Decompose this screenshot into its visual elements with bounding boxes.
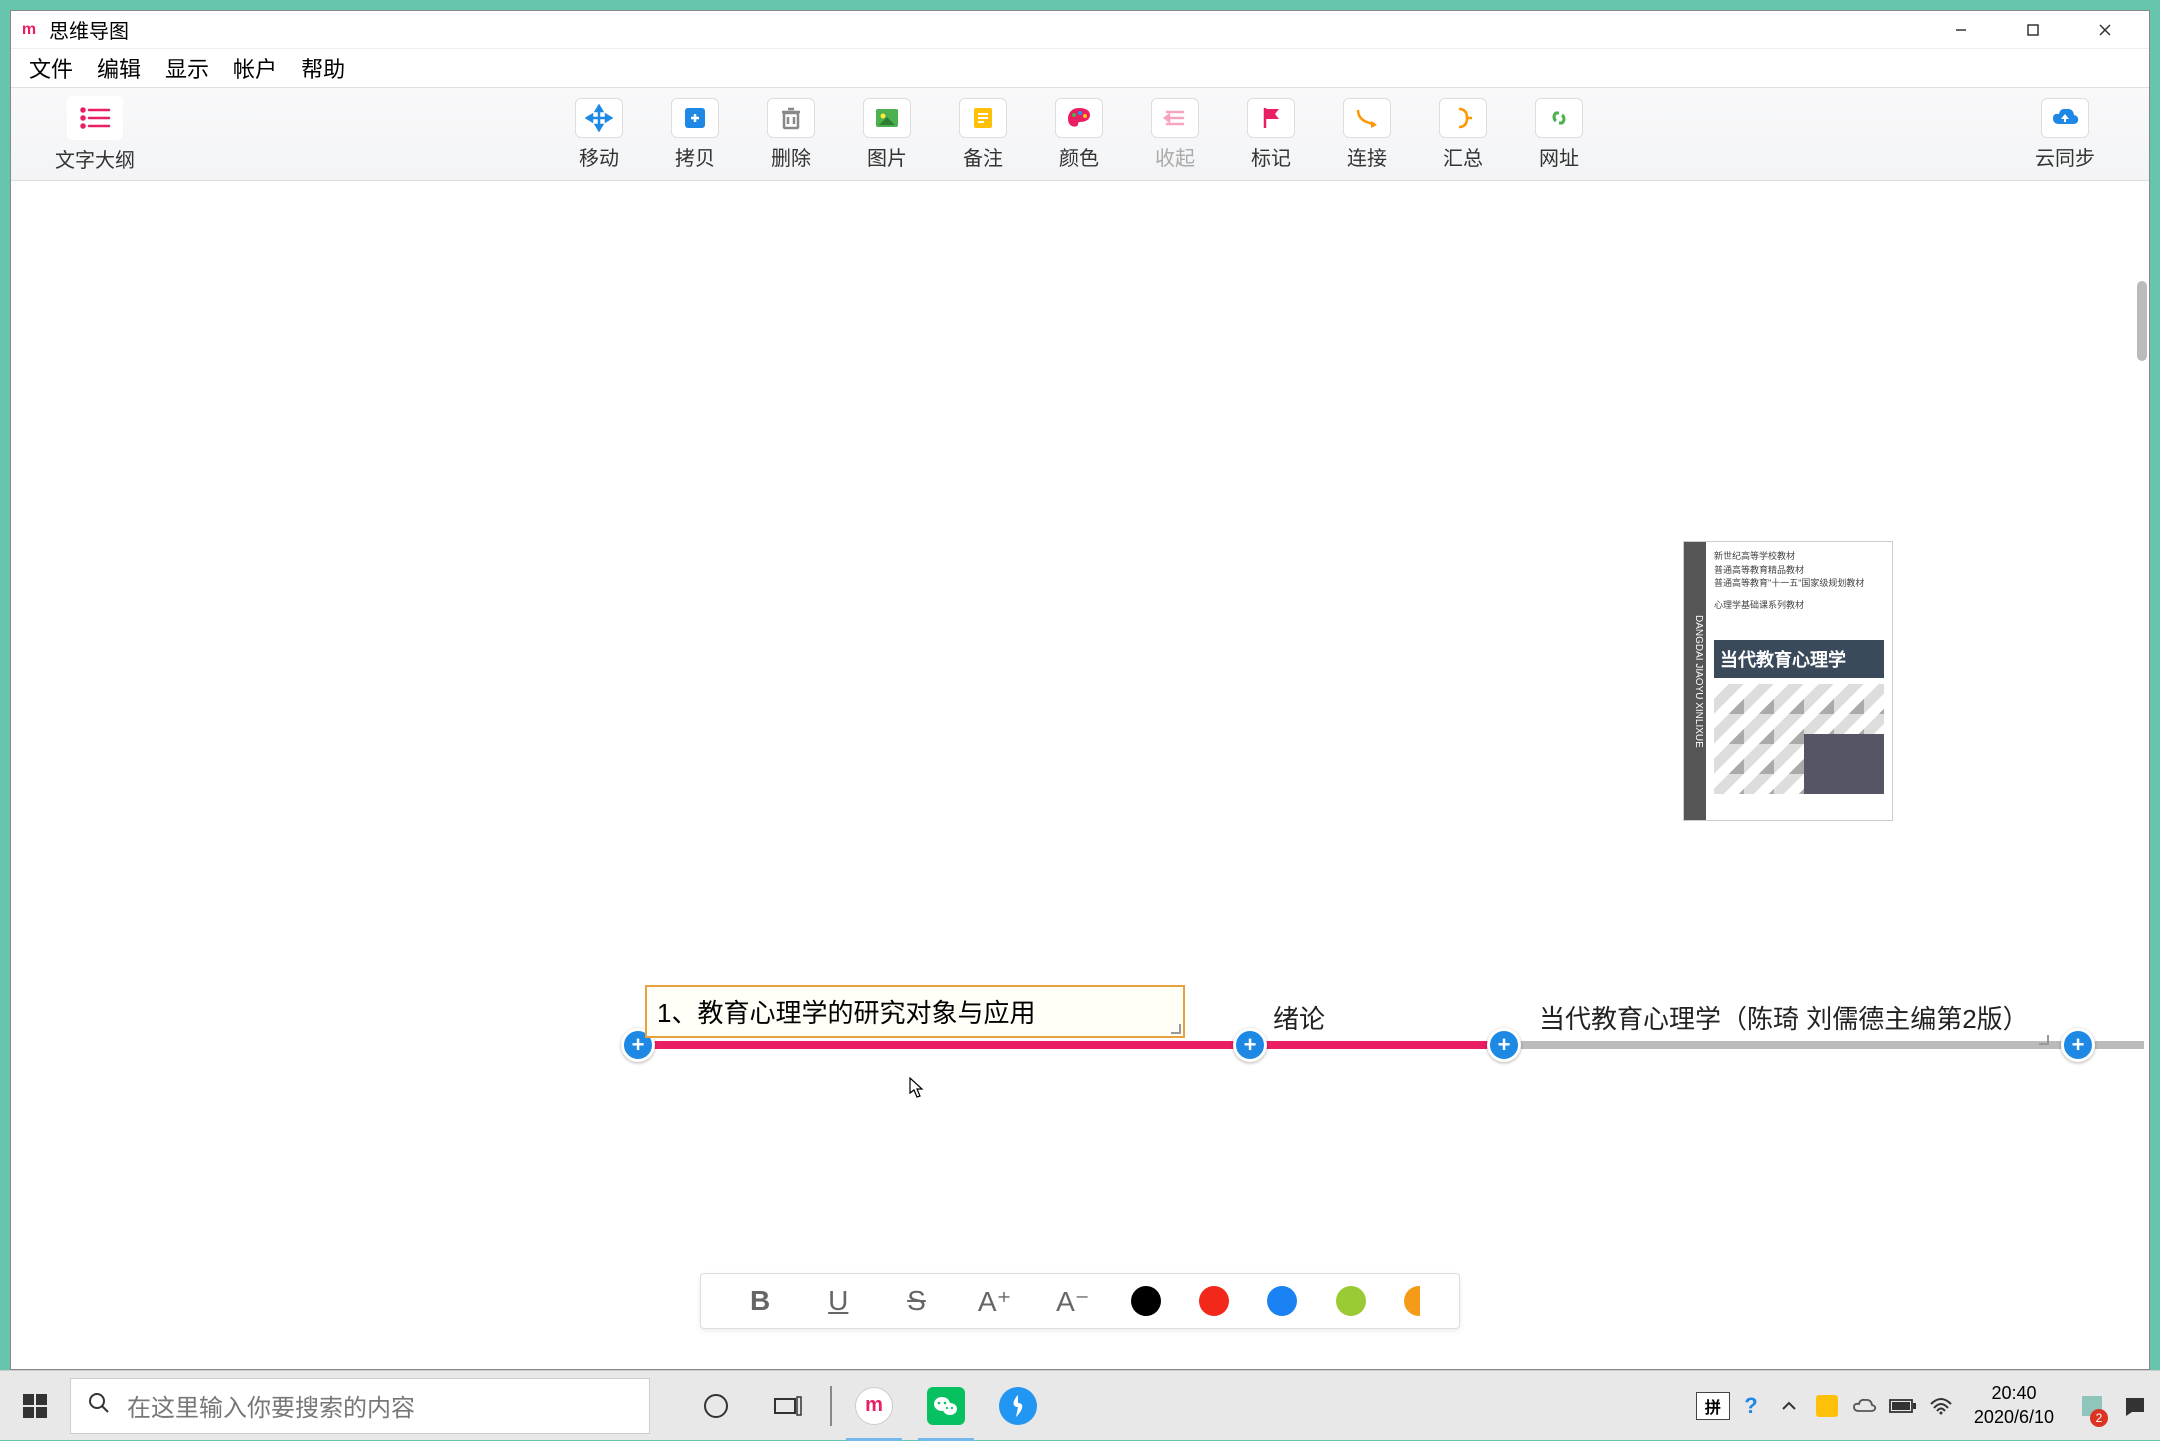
format-strike[interactable]: S xyxy=(896,1281,936,1321)
tray-battery-icon[interactable] xyxy=(1886,1371,1920,1441)
tray-app-badge-icon[interactable]: 2 xyxy=(2070,1371,2114,1441)
tool-flag[interactable]: 标记 xyxy=(1227,94,1315,174)
color-black[interactable] xyxy=(1131,1286,1161,1316)
menu-view[interactable]: 显示 xyxy=(155,48,219,88)
tray-help-icon[interactable]: ? xyxy=(1734,1371,1768,1441)
menu-edit[interactable]: 编辑 xyxy=(87,48,151,88)
format-bold[interactable]: B xyxy=(740,1281,780,1321)
tray-onedrive-icon[interactable] xyxy=(1848,1371,1882,1441)
trash-icon xyxy=(767,98,815,138)
connect-icon xyxy=(1343,98,1391,138)
title-bar: m 思维导图 xyxy=(11,11,2149,49)
branch-line-2 xyxy=(1248,1041,1504,1049)
tray-app-icon[interactable] xyxy=(1810,1371,1844,1441)
taskbar-app-wechat[interactable] xyxy=(910,1371,982,1441)
add-node-button[interactable]: + xyxy=(2061,1028,2095,1062)
menu-account[interactable]: 帐户 xyxy=(223,48,287,88)
color-blue[interactable] xyxy=(1267,1286,1297,1316)
mindmap-canvas[interactable]: DANGDAI JIAOYU XINLIXUE 新世纪高等学校教材 普通高等教育… xyxy=(11,181,2149,1369)
cloud-icon xyxy=(2041,98,2089,138)
tool-delete[interactable]: 删除 xyxy=(747,94,835,174)
book-spine: DANGDAI JIAOYU XINLIXUE xyxy=(1684,542,1706,820)
node-editing-input[interactable]: 1、教育心理学的研究对象与应用 xyxy=(645,985,1185,1038)
tool-cloud-sync[interactable]: 云同步 xyxy=(2021,94,2109,174)
palette-icon xyxy=(1055,98,1103,138)
copy-icon xyxy=(671,98,719,138)
tray-wifi-icon[interactable] xyxy=(1924,1371,1958,1441)
tool-color[interactable]: 颜色 xyxy=(1035,94,1123,174)
tool-copy[interactable]: 拷贝 xyxy=(651,94,739,174)
tool-connect[interactable]: 连接 xyxy=(1323,94,1411,174)
color-green[interactable] xyxy=(1336,1286,1366,1316)
format-underline[interactable]: U xyxy=(818,1281,858,1321)
toolbar: 文字大纲 移动 拷贝 删除 图片 备注 颜色 收起 xyxy=(11,87,2149,181)
tool-note[interactable]: 备注 xyxy=(939,94,1027,174)
flag-icon xyxy=(1247,98,1295,138)
taskbar-search[interactable]: 在这里输入你要搜索的内容 xyxy=(70,1378,650,1434)
separator xyxy=(830,1386,832,1426)
tool-outline[interactable]: 文字大纲 xyxy=(51,94,139,174)
book-cover: 新世纪高等学校教材 普通高等教育精品教材 普通高等教育"十一五"国家级规划教材 … xyxy=(1706,542,1892,802)
resize-handle-icon[interactable] xyxy=(1169,1022,1181,1034)
collapse-icon xyxy=(1151,98,1199,138)
menu-bar: 文件 编辑 显示 帐户 帮助 xyxy=(11,49,2149,87)
tool-move[interactable]: 移动 xyxy=(555,94,643,174)
color-red[interactable] xyxy=(1199,1286,1229,1316)
start-button[interactable] xyxy=(0,1371,70,1441)
node-image-book[interactable]: DANGDAI JIAOYU XINLIXUE 新世纪高等学校教材 普通高等教育… xyxy=(1683,541,1893,821)
tool-collapse[interactable]: 收起 xyxy=(1131,94,1219,174)
windows-taskbar: 在这里输入你要搜索的内容 m 拼 ? 20:40 2020/6/10 2 xyxy=(0,1370,2160,1440)
minimize-button[interactable] xyxy=(1925,11,1997,49)
search-icon xyxy=(87,1391,111,1421)
cortana-icon[interactable] xyxy=(680,1371,752,1441)
node-label-root[interactable]: 当代教育心理学（陈琦 刘儒德主编第2版） xyxy=(1539,999,2029,1036)
outline-icon xyxy=(67,96,123,140)
search-placeholder: 在这里输入你要搜索的内容 xyxy=(127,1388,415,1423)
branch-line-1 xyxy=(638,1041,1248,1049)
color-orange[interactable] xyxy=(1404,1286,1420,1316)
taskbar-app-mindmap[interactable]: m xyxy=(838,1371,910,1441)
summary-icon xyxy=(1439,98,1487,138)
tool-url[interactable]: 网址 xyxy=(1515,94,1603,174)
menu-file[interactable]: 文件 xyxy=(19,48,83,88)
format-font-smaller[interactable]: A⁻ xyxy=(1053,1281,1093,1321)
close-button[interactable] xyxy=(2069,11,2141,49)
app-logo-icon: m xyxy=(19,20,39,40)
window-title: 思维导图 xyxy=(49,15,1925,44)
maximize-button[interactable] xyxy=(1997,11,2069,49)
menu-help[interactable]: 帮助 xyxy=(291,48,355,88)
vertical-scrollbar[interactable] xyxy=(2137,281,2147,361)
task-icons: m xyxy=(680,1371,1054,1440)
taskview-icon[interactable] xyxy=(752,1371,824,1441)
link-icon xyxy=(1535,98,1583,138)
format-font-larger[interactable]: A⁺ xyxy=(975,1281,1015,1321)
cursor-icon xyxy=(909,1077,925,1099)
system-tray: 拼 ? 20:40 2020/6/10 2 xyxy=(1696,1371,2160,1440)
image-icon xyxy=(863,98,911,138)
note-icon xyxy=(959,98,1007,138)
taskbar-clock[interactable]: 20:40 2020/6/10 xyxy=(1962,1382,2066,1429)
add-node-button[interactable]: + xyxy=(1487,1028,1521,1062)
tool-summary[interactable]: 汇总 xyxy=(1419,94,1507,174)
action-center-icon[interactable] xyxy=(2118,1371,2152,1441)
add-node-button[interactable]: + xyxy=(1233,1028,1267,1062)
move-icon xyxy=(575,98,623,138)
node-label-mid[interactable]: 绪论 xyxy=(1273,999,1325,1036)
tray-chevron-up-icon[interactable] xyxy=(1772,1371,1806,1441)
taskbar-app-thunder[interactable] xyxy=(982,1371,1054,1441)
app-window: m 思维导图 文件 编辑 显示 帐户 帮助 文字大纲 移动 拷贝 删除 xyxy=(10,10,2150,1370)
window-controls xyxy=(1925,11,2141,49)
resize-handle-icon[interactable] xyxy=(2037,1033,2049,1045)
format-toolbar: B U S A⁺ A⁻ xyxy=(700,1273,1460,1329)
tool-image[interactable]: 图片 xyxy=(843,94,931,174)
ime-indicator[interactable]: 拼 xyxy=(1696,1371,1730,1441)
